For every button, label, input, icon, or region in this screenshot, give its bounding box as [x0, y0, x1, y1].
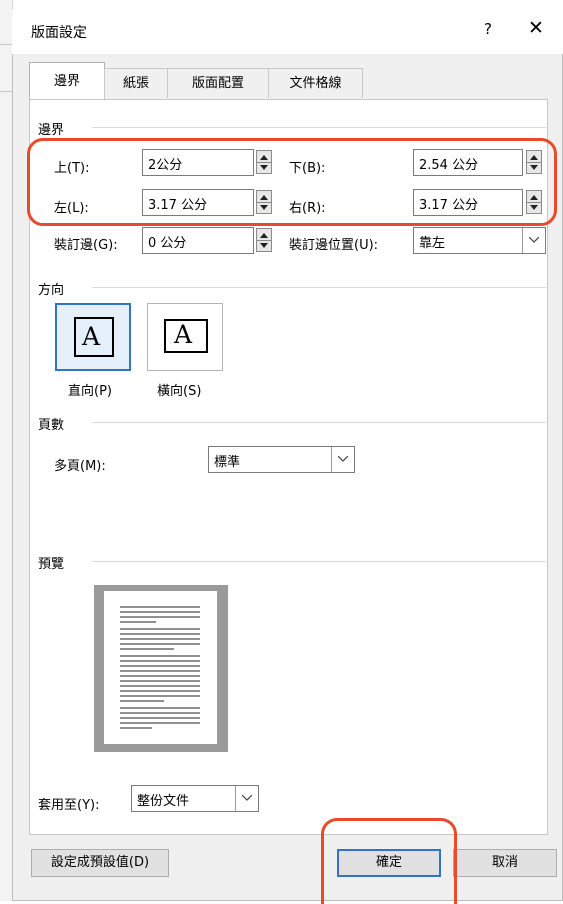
apply-to-select[interactable]: 整份文件 — [131, 785, 259, 812]
portrait-label: 直向(P) — [68, 384, 112, 399]
landscape-button[interactable]: A — [147, 303, 223, 371]
section-title-orientation: 方向 — [38, 283, 65, 298]
apply-to-label: 套用至(Y): — [38, 798, 100, 813]
background-divider — [0, 91, 12, 92]
gutter-position-label: 裝訂邊位置(U): — [289, 238, 379, 253]
preview-text-lines — [120, 606, 200, 729]
help-button[interactable]: ? — [484, 20, 492, 38]
tab-paper[interactable]: 紙張 — [104, 68, 168, 98]
multiple-pages-select[interactable]: 標準 — [208, 446, 355, 473]
chevron-down-icon — [331, 447, 354, 472]
tab-margins[interactable]: 邊界 — [29, 62, 105, 100]
chevron-down-icon — [235, 786, 258, 811]
section-divider — [92, 422, 546, 423]
set-default-button[interactable]: 設定成預設值(D) — [31, 849, 169, 877]
preview-page — [104, 591, 217, 744]
portrait-page-icon: A — [74, 317, 114, 357]
portrait-button[interactable]: A — [55, 303, 131, 371]
highlight-annotation — [321, 818, 457, 904]
section-divider — [92, 127, 546, 128]
apply-to-value: 整份文件 — [137, 794, 190, 809]
chevron-down-icon — [522, 228, 545, 253]
section-divider — [92, 287, 546, 288]
close-button[interactable]: ✕ — [528, 17, 544, 39]
highlight-annotation — [27, 138, 557, 226]
section-divider — [92, 561, 546, 562]
gutter-spinner[interactable] — [256, 228, 272, 252]
gutter-label: 裝訂邊(G): — [54, 238, 118, 253]
dialog-title: 版面設定 — [31, 25, 87, 41]
background-divider — [0, 44, 12, 45]
cancel-button[interactable]: 取消 — [453, 849, 557, 877]
multiple-pages-value: 標準 — [214, 455, 241, 470]
section-title-margins: 邊界 — [38, 123, 65, 138]
section-title-preview: 預覽 — [38, 557, 65, 572]
section-title-pages: 頁數 — [38, 418, 65, 433]
gutter-input[interactable]: 0 公分 — [142, 227, 254, 254]
tab-layout[interactable]: 版面配置 — [167, 68, 269, 98]
title-bar — [12, 10, 563, 54]
landscape-label: 橫向(S) — [157, 384, 202, 399]
multiple-pages-label: 多頁(M): — [54, 459, 106, 474]
gutter-position-value: 靠左 — [419, 236, 446, 251]
tab-document-grid[interactable]: 文件格線 — [268, 68, 363, 98]
landscape-page-icon: A — [164, 319, 208, 353]
gutter-position-select[interactable]: 靠左 — [413, 227, 546, 254]
